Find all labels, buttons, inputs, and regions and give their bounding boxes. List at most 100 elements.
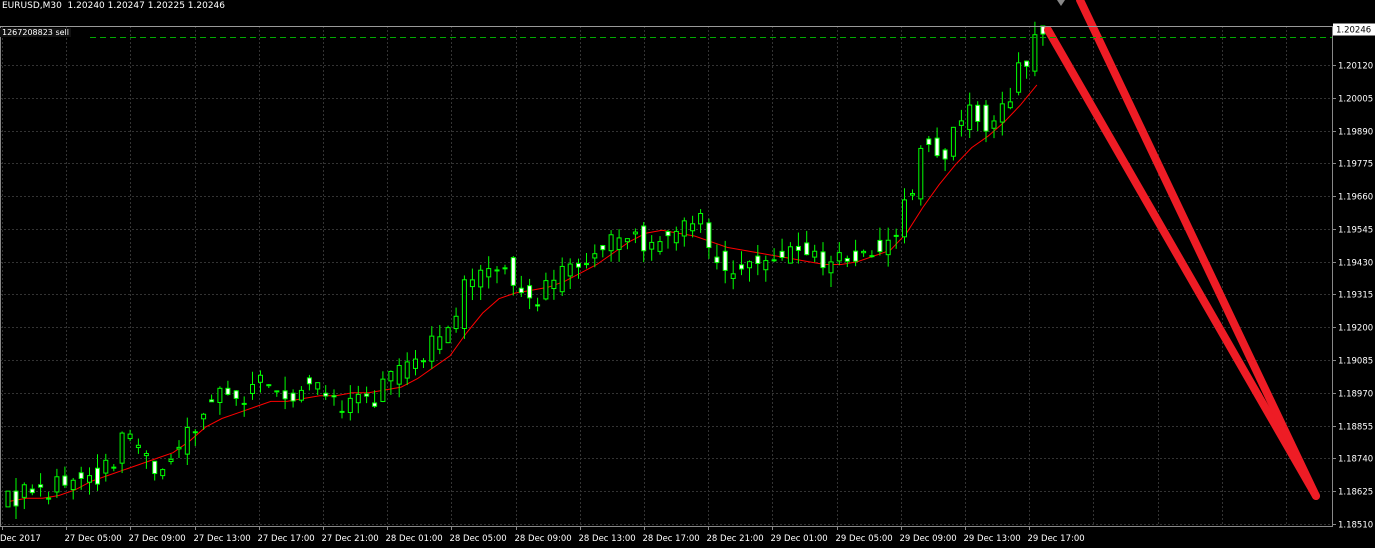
drawn-arrow-stroke	[1076, 0, 1320, 500]
candle-body	[323, 392, 329, 397]
candle-body	[869, 255, 875, 258]
candle-body	[584, 263, 589, 266]
candle-body	[657, 241, 663, 252]
candle-body	[649, 241, 655, 250]
candle-body	[168, 458, 174, 463]
candle-body	[364, 393, 370, 397]
candle-body	[298, 389, 304, 401]
candle-body	[861, 250, 867, 254]
candle-body	[225, 387, 231, 395]
price-chart[interactable]: 1.20120 1.20005 1.19890 1.19775 1.19660 1.195…	[0, 0, 1375, 548]
x-tick-label: 28 Dec 05:00	[450, 534, 507, 544]
x-tick-label: 27 Dec 17:00	[258, 534, 315, 544]
candle-body	[551, 279, 557, 290]
candle-body	[510, 257, 516, 286]
x-tick-label: 29 Dec 13:00	[964, 534, 1021, 544]
candle-body	[152, 460, 158, 475]
candle-body	[828, 261, 834, 274]
candle-body	[201, 413, 207, 420]
candle-body	[282, 390, 288, 400]
candle-body	[681, 220, 687, 237]
candle-body	[600, 245, 606, 251]
candle-body	[486, 268, 492, 278]
candle-body	[478, 269, 484, 288]
y-tick-label: 1.19430	[1338, 259, 1373, 269]
candle-body	[469, 279, 475, 288]
candle-body	[1032, 34, 1038, 72]
candle-body	[592, 253, 598, 259]
candle-body	[763, 260, 769, 271]
candle-body	[290, 392, 296, 402]
candle-body	[804, 242, 810, 256]
x-tick-label: 28 Dec 01:00	[386, 534, 443, 544]
candle-body	[95, 467, 100, 485]
candle-body	[624, 238, 630, 243]
candle-body	[347, 397, 353, 414]
candle-body	[103, 459, 109, 474]
candle-body	[233, 390, 239, 399]
x-tick-label: 28 Dec 21:00	[707, 534, 764, 544]
x-tick-label: 29 Dec 05:00	[836, 534, 893, 544]
candle-body	[404, 361, 410, 379]
candle-body	[258, 374, 263, 383]
candle-body	[355, 393, 361, 404]
candle-body	[739, 264, 744, 270]
candle-body	[877, 239, 883, 253]
candle-body	[176, 446, 182, 450]
y-tick-label: 1.19775	[1338, 160, 1373, 170]
order-label[interactable]: 1267208823 sell	[0, 28, 71, 37]
candle-body	[250, 383, 255, 394]
candle-body	[421, 360, 426, 363]
candle-body	[527, 285, 533, 299]
candle-body	[698, 212, 704, 225]
current-price-label: 1.20246	[1336, 26, 1371, 36]
candle-body	[918, 147, 924, 200]
candle-body	[812, 250, 818, 258]
candle-body	[690, 223, 696, 232]
candle-body	[413, 358, 418, 369]
x-tick-label: 27 Dec 13:00	[194, 534, 251, 544]
axes-layer: 1.20120 1.20005 1.19890 1.19775 1.19660 1.195…	[0, 23, 1375, 544]
candle-body	[967, 104, 973, 131]
x-tick-label: 28 Dec 13:00	[579, 534, 636, 544]
candle-body	[958, 120, 964, 126]
candle-body	[331, 395, 337, 398]
candle-body	[714, 256, 720, 264]
candle-body	[576, 263, 581, 268]
candle-body	[747, 261, 752, 269]
x-tick-label: Dec 2017	[0, 534, 41, 544]
candle-body	[535, 304, 541, 307]
candle-body	[1016, 62, 1022, 93]
candle-body	[78, 472, 84, 479]
candle-body	[991, 120, 997, 129]
x-tick-label: 27 Dec 21:00	[322, 534, 379, 544]
candle-body	[184, 426, 190, 455]
candle-body	[453, 315, 459, 330]
candle-body	[29, 488, 35, 494]
candle-body	[844, 257, 850, 262]
candle-body	[820, 251, 826, 269]
candle-body	[567, 263, 573, 277]
candle-body	[559, 265, 565, 293]
candle-body	[999, 103, 1005, 123]
candle-body	[543, 280, 549, 300]
candle-body	[217, 387, 223, 404]
candle-body	[934, 137, 940, 157]
candle-body	[380, 378, 386, 402]
candle-body	[437, 336, 443, 350]
candle-body	[795, 245, 801, 251]
candles-layer	[5, 21, 1046, 520]
candle-body	[1007, 101, 1013, 109]
candle-body	[665, 231, 671, 237]
candle-body	[942, 149, 948, 160]
candle-body	[461, 279, 467, 329]
candle-body	[755, 255, 761, 265]
candle-body	[502, 267, 508, 270]
candle-body	[339, 410, 345, 413]
candle-body	[673, 230, 679, 244]
candle-body	[209, 399, 215, 403]
candle-body	[902, 199, 907, 238]
candle-body	[396, 365, 402, 385]
x-tick-label: 27 Dec 09:00	[129, 534, 186, 544]
candle-body	[5, 490, 11, 508]
